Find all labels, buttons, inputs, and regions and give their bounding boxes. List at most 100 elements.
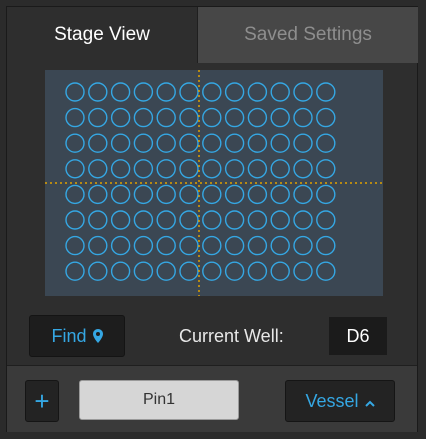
well-E4[interactable] [133, 184, 154, 205]
well-A11[interactable] [293, 82, 313, 102]
vessel-button[interactable]: Vessel [285, 380, 395, 422]
well-B10[interactable] [270, 107, 290, 128]
well-C11[interactable] [293, 133, 313, 153]
well-G9[interactable] [247, 235, 268, 256]
well-C12[interactable] [316, 133, 336, 153]
well-B1[interactable] [65, 107, 85, 128]
well-D5[interactable] [156, 159, 176, 179]
well-F4[interactable] [133, 210, 154, 230]
add-button[interactable]: + [25, 380, 59, 422]
well-A4[interactable] [133, 82, 154, 102]
well-G10[interactable] [270, 235, 290, 256]
well-F10[interactable] [270, 210, 290, 230]
well-F7[interactable] [202, 210, 222, 230]
well-E3[interactable] [110, 184, 131, 205]
well-C4[interactable] [133, 133, 154, 153]
well-E7[interactable] [202, 184, 222, 205]
well-F8[interactable] [224, 210, 245, 230]
well-D11[interactable] [293, 159, 313, 179]
stage-view[interactable] [45, 70, 383, 296]
well-C6[interactable] [179, 133, 199, 153]
position-name-input[interactable] [79, 380, 239, 420]
well-C7[interactable] [202, 133, 222, 153]
well-F12[interactable] [316, 210, 336, 230]
well-D1[interactable] [65, 159, 85, 179]
well-F6[interactable] [179, 210, 199, 230]
well-B12[interactable] [316, 107, 336, 128]
well-H1[interactable] [65, 261, 85, 281]
well-D6[interactable] [179, 159, 199, 179]
well-C10[interactable] [270, 133, 290, 153]
well-G7[interactable] [202, 235, 222, 256]
well-E10[interactable] [270, 184, 290, 205]
well-D3[interactable] [110, 159, 131, 179]
well-C9[interactable] [247, 133, 268, 153]
well-D10[interactable] [270, 159, 290, 179]
find-button[interactable]: Find [29, 315, 125, 357]
well-G1[interactable] [65, 235, 85, 256]
well-H11[interactable] [293, 261, 313, 281]
well-A6[interactable] [179, 82, 199, 102]
well-G5[interactable] [156, 235, 176, 256]
well-D4[interactable] [133, 159, 154, 179]
well-D12[interactable] [316, 159, 336, 179]
well-D9[interactable] [247, 159, 268, 179]
tab-saved-settings[interactable]: Saved Settings [197, 7, 418, 63]
well-A12[interactable] [316, 82, 336, 102]
well-D2[interactable] [88, 159, 108, 179]
well-H7[interactable] [202, 261, 222, 281]
well-B7[interactable] [202, 107, 222, 128]
well-B11[interactable] [293, 107, 313, 128]
well-D7[interactable] [202, 159, 222, 179]
well-C1[interactable] [65, 133, 85, 153]
well-B5[interactable] [156, 107, 176, 128]
well-H4[interactable] [133, 261, 154, 281]
well-E2[interactable] [88, 184, 108, 205]
well-H3[interactable] [110, 261, 131, 281]
well-B4[interactable] [133, 107, 154, 128]
well-B9[interactable] [247, 107, 268, 128]
tab-stage-view[interactable]: Stage View [7, 7, 197, 63]
well-A7[interactable] [202, 82, 222, 102]
well-G11[interactable] [293, 235, 313, 256]
well-A1[interactable] [65, 82, 85, 102]
well-A3[interactable] [110, 82, 131, 102]
well-E6[interactable] [179, 184, 199, 205]
well-B6[interactable] [179, 107, 199, 128]
well-H10[interactable] [270, 261, 290, 281]
well-A10[interactable] [270, 82, 290, 102]
well-B2[interactable] [88, 107, 108, 128]
well-F5[interactable] [156, 210, 176, 230]
well-G12[interactable] [316, 235, 336, 256]
well-E5[interactable] [156, 184, 176, 205]
well-C8[interactable] [224, 133, 245, 153]
well-G8[interactable] [224, 235, 245, 256]
well-H2[interactable] [88, 261, 108, 281]
well-G3[interactable] [110, 235, 131, 256]
well-D8[interactable] [224, 159, 245, 179]
well-E12[interactable] [316, 184, 336, 205]
well-C3[interactable] [110, 133, 131, 153]
well-F3[interactable] [110, 210, 131, 230]
well-E1[interactable] [65, 184, 85, 205]
well-E9[interactable] [247, 184, 268, 205]
well-A2[interactable] [88, 82, 108, 102]
well-F2[interactable] [88, 210, 108, 230]
well-A5[interactable] [156, 82, 176, 102]
well-G4[interactable] [133, 235, 154, 256]
well-E8[interactable] [224, 184, 245, 205]
well-G2[interactable] [88, 235, 108, 256]
well-F1[interactable] [65, 210, 85, 230]
well-F11[interactable] [293, 210, 313, 230]
well-B3[interactable] [110, 107, 131, 128]
well-H6[interactable] [179, 261, 199, 281]
well-F9[interactable] [247, 210, 268, 230]
well-C5[interactable] [156, 133, 176, 153]
well-H12[interactable] [316, 261, 336, 281]
well-B8[interactable] [224, 107, 245, 128]
well-E11[interactable] [293, 184, 313, 205]
well-G6[interactable] [179, 235, 199, 256]
well-H9[interactable] [247, 261, 268, 281]
well-plate[interactable] [45, 70, 383, 296]
well-A8[interactable] [224, 82, 245, 102]
